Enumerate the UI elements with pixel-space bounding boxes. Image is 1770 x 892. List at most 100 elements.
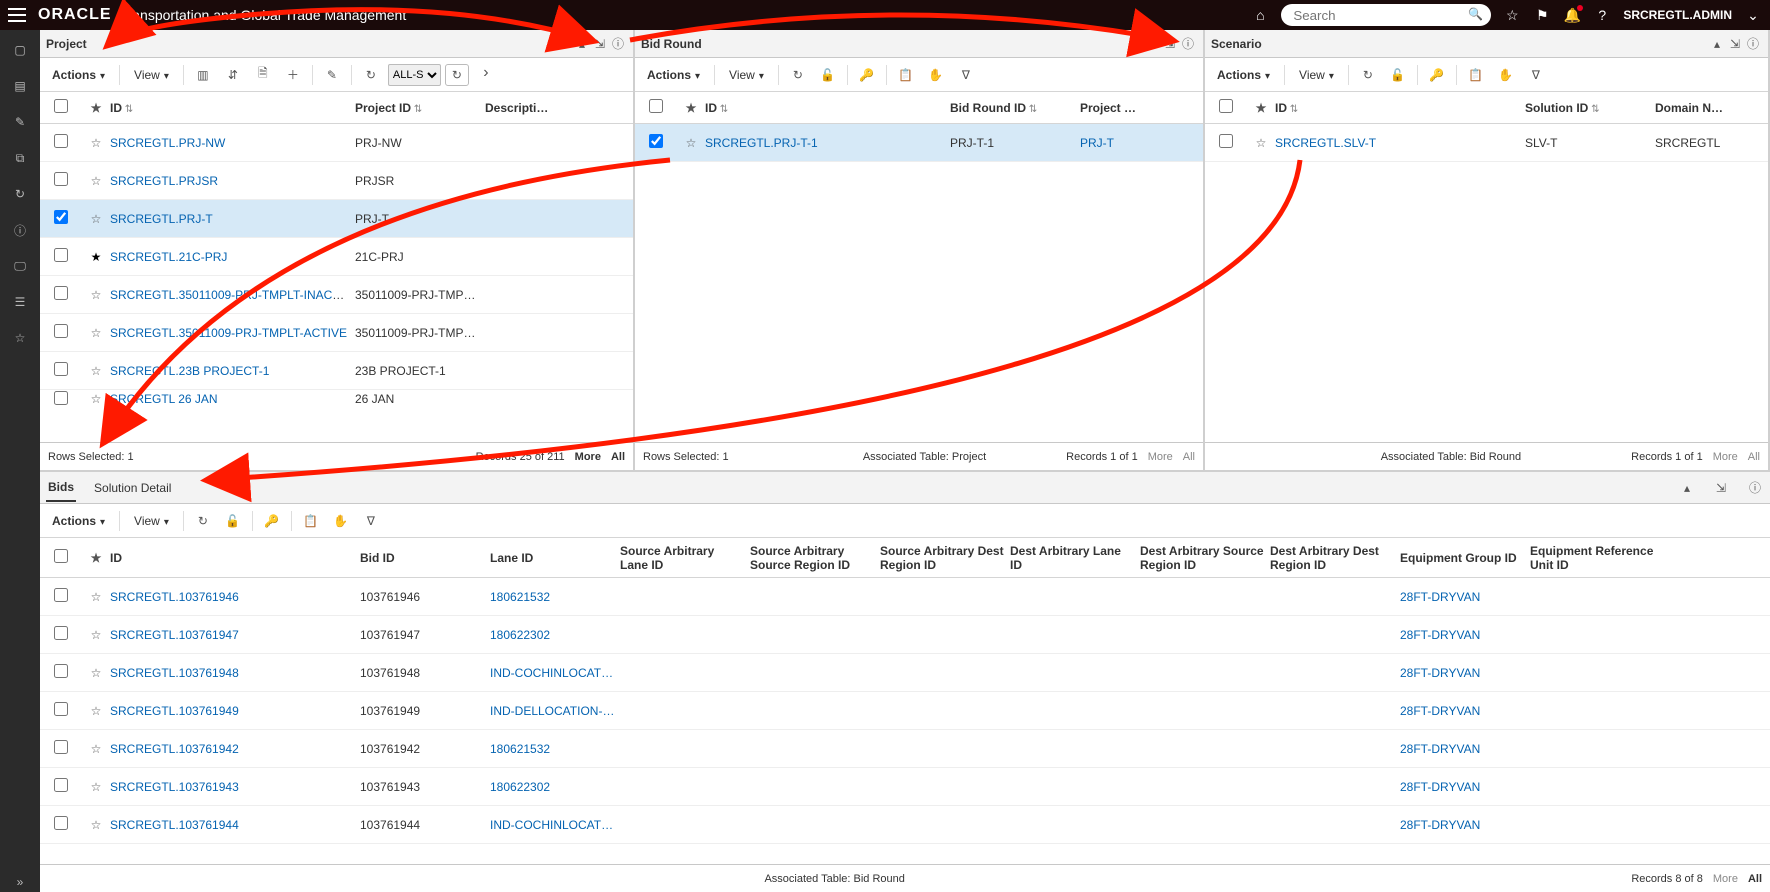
cell-id[interactable]: SRCREGTL.103761948 [110,666,239,680]
unlock-icon[interactable]: 🔓 [815,63,841,87]
home-icon[interactable]: ⌂ [1251,7,1269,23]
cell-lane-id[interactable]: 180622302 [490,628,550,642]
cell-lane-id[interactable]: IND-COCHINLOCAT… [490,666,613,680]
search-input[interactable] [1281,4,1491,26]
actions-button[interactable]: Actions [1209,64,1278,86]
row-checkbox[interactable] [649,134,663,148]
col-project-id[interactable]: Project ID [1080,101,1145,115]
cell-lane-id[interactable]: 180621532 [490,742,550,756]
table-row[interactable]: ☆SRCREGTL.35011009-PRJ-TMPLT-ACTIVE35011… [40,314,633,352]
table-row[interactable]: ☆SRCREGTL.PRJSRPRJSR [40,162,633,200]
fav-header-icon[interactable]: ★ [1247,101,1275,115]
table-row[interactable]: ☆ SRCREGTL.103761943 103761943 180622302… [40,768,1770,806]
global-search[interactable]: 🔍 [1281,4,1491,26]
cell-id[interactable]: SRCREGTL.103761946 [110,590,239,604]
refresh-icon[interactable]: ↻ [358,63,384,87]
col-id[interactable]: ID [110,551,360,565]
more-button[interactable]: More [1713,451,1738,463]
row-checkbox[interactable] [54,324,68,338]
star-icon[interactable]: ☆ [82,628,110,642]
table-row[interactable]: ☆SRCREGTL.23B PROJECT-123B PROJECT-1 [40,352,633,390]
next-icon[interactable]: › [473,61,499,85]
star-icon[interactable]: ☆ [1247,136,1275,150]
all-button[interactable]: All [1183,451,1195,463]
info-icon[interactable]: ⓘ [1744,35,1762,52]
row-checkbox[interactable] [54,286,68,300]
tab-bids[interactable]: Bids [46,474,76,502]
table-row[interactable]: ★SRCREGTL.21C-PRJ21C-PRJ [40,238,633,276]
cell-id[interactable]: SRCREGTL.PRJ-NW [110,136,225,150]
cell-equip-group[interactable]: 28FT-DRYVAN [1400,780,1480,794]
hand-icon[interactable]: ✋ [1493,63,1519,87]
rail-item-7[interactable]: 🖵 [10,256,30,276]
key-icon[interactable]: 🔑 [854,63,880,87]
table-row[interactable]: ☆SRCREGTL.SLV-TSLV-TSRCREGTL [1205,124,1768,162]
star-icon[interactable]: ☆ [82,392,110,406]
cell-equip-group[interactable]: 28FT-DRYVAN [1400,818,1480,832]
row-checkbox[interactable] [54,740,68,754]
cell-id[interactable]: SRCREGTL.35011009-PRJ-TMPLT-INACTIVE [110,288,355,302]
doc-icon[interactable]: 🗎 [250,63,276,87]
info-icon[interactable]: ⓘ [1179,35,1197,52]
rail-expand-icon[interactable]: » [10,872,30,892]
star-icon[interactable]: ☆ [1503,7,1521,24]
col-lane-id[interactable]: Lane ID [490,551,620,565]
popout-icon[interactable]: ⇲ [1712,481,1730,495]
row-checkbox[interactable] [54,626,68,640]
cell-id[interactable]: SRCREGTL.103761949 [110,704,239,718]
all-button[interactable]: All [1748,451,1760,463]
view-button[interactable]: View [1291,64,1342,86]
col-equip-refunit[interactable]: Equipment Reference Unit ID [1530,544,1660,572]
refresh-icon[interactable]: ↻ [785,63,811,87]
star-icon[interactable]: ☆ [82,818,110,832]
star-icon[interactable]: ☆ [82,288,110,302]
col-equip-group[interactable]: Equipment Group ID [1400,551,1530,565]
bell-icon[interactable]: 🔔 [1563,7,1581,24]
cell-project_id[interactable]: PRJ-T [1080,136,1114,150]
rail-item-5[interactable]: ↻ [10,184,30,204]
table-row[interactable]: ☆ SRCREGTL.103761947 103761947 180622302… [40,616,1770,654]
col-bidround-id[interactable]: Bid Round ID [950,101,1080,115]
table-row[interactable]: ☆ SRCREGTL.103761949 103761949 IND-DELLO… [40,692,1770,730]
key-icon[interactable]: 🔑 [1424,63,1450,87]
star-icon[interactable]: ☆ [82,174,110,188]
cell-id[interactable]: SRCREGTL.103761944 [110,818,239,832]
cell-lane-id[interactable]: 180621532 [490,590,550,604]
hamburger-icon[interactable] [8,8,26,22]
all-button[interactable]: All [611,451,625,463]
rail-item-1[interactable]: ▢ [10,40,30,60]
rail-item-6[interactable]: ⓘ [10,220,30,240]
table-row[interactable]: ☆ SRCREGTL.103761946 103761946 180621532… [40,578,1770,616]
cell-equip-group[interactable]: 28FT-DRYVAN [1400,742,1480,756]
table-row[interactable]: ☆SRCREGTL.35011009-PRJ-TMPLT-INACTIVE350… [40,276,633,314]
row-checkbox[interactable] [54,134,68,148]
table-row[interactable]: ☆SRCREGTL.PRJ-NWPRJ-NW [40,124,633,162]
table-row[interactable]: ☆ SRCREGTL.103761942 103761942 180621532… [40,730,1770,768]
filter-icon[interactable]: ∇ [1523,63,1549,87]
select-all-checkbox[interactable] [1219,99,1233,113]
filter-select[interactable]: ALL-S [388,64,441,86]
fav-header-icon[interactable]: ★ [82,101,110,115]
star-icon[interactable]: ★ [82,250,110,264]
table-row[interactable]: ☆ SRCREGTL.103761944 103761944 IND-COCHI… [40,806,1770,844]
row-checkbox[interactable] [54,588,68,602]
columns-icon[interactable]: ▥ [190,63,216,87]
row-checkbox[interactable] [54,664,68,678]
star-icon[interactable]: ☆ [82,136,110,150]
all-button[interactable]: All [1748,873,1762,885]
col-dst-arb-srcreg[interactable]: Dest Arbitrary Source Region ID [1140,544,1270,572]
cell-id[interactable]: SRCREGTL.23B PROJECT-1 [110,364,269,378]
row-checkbox[interactable] [54,778,68,792]
rail-item-2[interactable]: ▤ [10,76,30,96]
star-icon[interactable]: ☆ [677,136,705,150]
cell-id[interactable]: SRCREGTL.21C-PRJ [110,250,227,264]
minimize-icon[interactable]: ▴ [1143,37,1161,51]
row-checkbox[interactable] [54,210,68,224]
cell-lane-id[interactable]: IND-COCHINLOCAT… [490,818,613,832]
info-icon[interactable]: ⓘ [1746,479,1764,496]
col-id[interactable]: ID [1275,101,1525,115]
table-row[interactable]: ☆ SRCREGTL.103761948 103761948 IND-COCHI… [40,654,1770,692]
actions-button[interactable]: Actions [44,64,113,86]
view-button[interactable]: View [721,64,772,86]
star-icon[interactable]: ☆ [82,364,110,378]
